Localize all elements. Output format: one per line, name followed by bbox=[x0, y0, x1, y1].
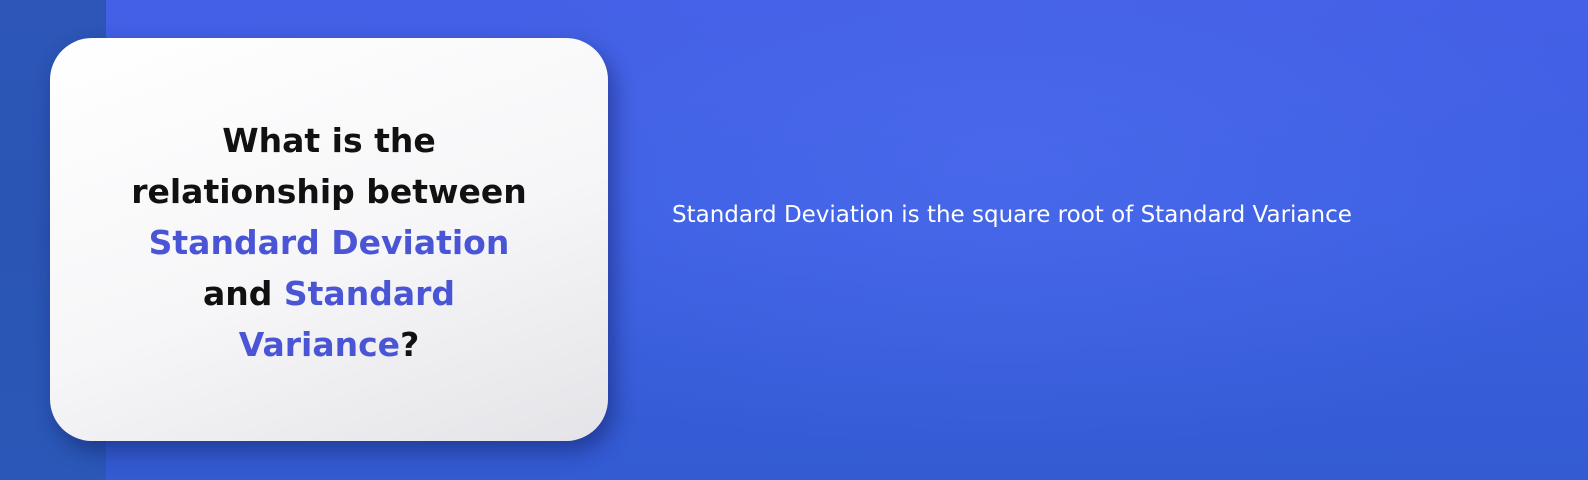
highlight-variance: Variance bbox=[238, 325, 401, 364]
question-mark: ? bbox=[400, 325, 420, 364]
slide: What is the relationship between Standar… bbox=[0, 0, 1588, 480]
question-line-1: What is the bbox=[222, 121, 436, 160]
answer-text: Standard Deviation is the square root of… bbox=[672, 202, 1352, 228]
question-and: and bbox=[203, 274, 284, 313]
question-card: What is the relationship between Standar… bbox=[50, 38, 608, 441]
question-line-3: Standard Deviation bbox=[114, 217, 544, 268]
question-line-4: and Standard bbox=[114, 268, 544, 319]
highlight-standard: Standard bbox=[283, 274, 455, 313]
question-line-2: relationship between bbox=[131, 172, 527, 211]
question-line-5: Variance? bbox=[114, 319, 544, 370]
highlight-standard-deviation: Standard Deviation bbox=[148, 223, 510, 262]
question-text: What is the relationship between Standar… bbox=[114, 115, 544, 370]
